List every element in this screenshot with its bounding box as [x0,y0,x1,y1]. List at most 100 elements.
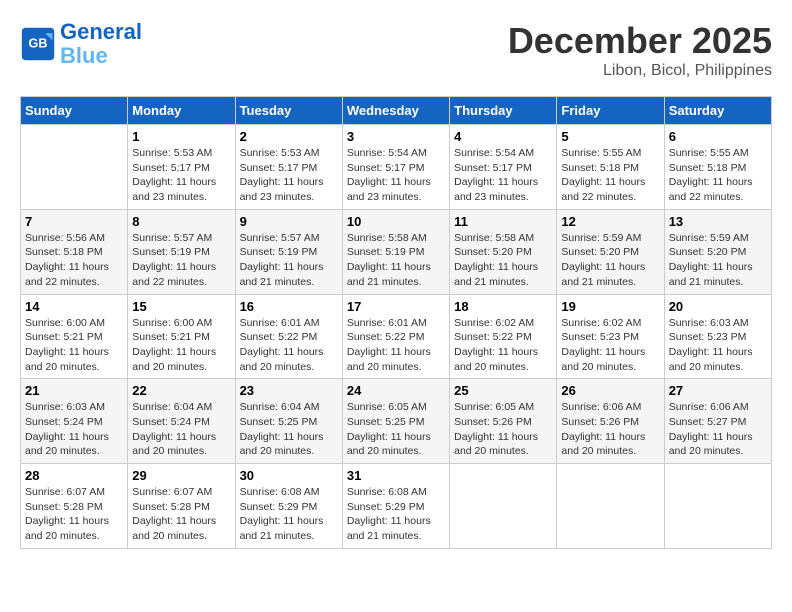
weekday-header: Monday [128,97,235,125]
calendar-cell: 11 Sunrise: 5:58 AMSunset: 5:20 PMDayligh… [450,209,557,294]
day-info: Sunrise: 6:05 AMSunset: 5:26 PMDaylight:… [454,400,552,459]
day-info: Sunrise: 5:55 AMSunset: 5:18 PMDaylight:… [561,146,659,205]
calendar-cell: 8 Sunrise: 5:57 AMSunset: 5:19 PMDaylight… [128,209,235,294]
day-info: Sunrise: 5:59 AMSunset: 5:20 PMDaylight:… [561,231,659,290]
logo-icon: GB [20,26,56,62]
day-number: 19 [561,299,659,314]
calendar-cell: 2 Sunrise: 5:53 AMSunset: 5:17 PMDaylight… [235,125,342,210]
month-title: December 2025 [508,20,772,62]
day-number: 6 [669,129,767,144]
day-number: 24 [347,383,445,398]
day-number: 13 [669,214,767,229]
calendar-cell [557,464,664,549]
day-info: Sunrise: 6:06 AMSunset: 5:26 PMDaylight:… [561,400,659,459]
day-info: Sunrise: 6:08 AMSunset: 5:29 PMDaylight:… [240,485,338,544]
day-number: 16 [240,299,338,314]
calendar-cell: 17Sunrise: 6:01 AMSunset: 5:22 PMDayligh… [342,294,449,379]
day-info: Sunrise: 5:57 AMSunset: 5:19 PMDaylight:… [132,231,230,290]
logo-line2: Blue [60,43,108,68]
calendar-cell: 12 Sunrise: 5:59 AMSunset: 5:20 PMDayligh… [557,209,664,294]
day-number: 11 [454,214,552,229]
calendar-cell: 21 Sunrise: 6:03 AMSunset: 5:24 PMDayligh… [21,379,128,464]
calendar-cell: 19 Sunrise: 6:02 AMSunset: 5:23 PMDayligh… [557,294,664,379]
calendar-cell: 15 Sunrise: 6:00 AMSunset: 5:21 PMDayligh… [128,294,235,379]
page-header: GB General Blue December 2025 Libon, Bic… [20,20,772,80]
day-info: Sunrise: 5:58 AMSunset: 5:20 PMDaylight:… [454,231,552,290]
day-info: Sunrise: 6:01 AMSunset: 5:22 PMDaylight:… [240,316,338,375]
day-number: 21 [25,383,123,398]
calendar-week-row: 21 Sunrise: 6:03 AMSunset: 5:24 PMDayligh… [21,379,772,464]
calendar-cell: 30 Sunrise: 6:08 AMSunset: 5:29 PMDayligh… [235,464,342,549]
day-info: Sunrise: 6:08 AMSunset: 5:29 PMDaylight:… [347,485,445,544]
day-info: Sunrise: 5:54 AMSunset: 5:17 PMDaylight:… [347,146,445,205]
weekday-header: Thursday [450,97,557,125]
day-number: 23 [240,383,338,398]
day-info: Sunrise: 6:01 AMSunset: 5:22 PMDaylight:… [347,316,445,375]
weekday-header: Friday [557,97,664,125]
day-info: Sunrise: 5:55 AMSunset: 5:18 PMDaylight:… [669,146,767,205]
weekday-header: Saturday [664,97,771,125]
day-info: Sunrise: 5:53 AMSunset: 5:17 PMDaylight:… [240,146,338,205]
day-number: 15 [132,299,230,314]
calendar-cell: 10Sunrise: 5:58 AMSunset: 5:19 PMDayligh… [342,209,449,294]
day-number: 25 [454,383,552,398]
day-info: Sunrise: 6:00 AMSunset: 5:21 PMDaylight:… [25,316,123,375]
calendar-cell: 25 Sunrise: 6:05 AMSunset: 5:26 PMDayligh… [450,379,557,464]
location-title: Libon, Bicol, Philippines [508,62,772,80]
day-number: 10 [347,214,445,229]
day-number: 8 [132,214,230,229]
calendar-table: SundayMondayTuesdayWednesdayThursdayFrid… [20,96,772,549]
day-info: Sunrise: 6:02 AMSunset: 5:23 PMDaylight:… [561,316,659,375]
day-info: Sunrise: 5:59 AMSunset: 5:20 PMDaylight:… [669,231,767,290]
calendar-cell: 16 Sunrise: 6:01 AMSunset: 5:22 PMDayligh… [235,294,342,379]
calendar-cell: 22 Sunrise: 6:04 AMSunset: 5:24 PMDayligh… [128,379,235,464]
weekday-header: Wednesday [342,97,449,125]
day-info: Sunrise: 6:04 AMSunset: 5:24 PMDaylight:… [132,400,230,459]
calendar-cell: 4 Sunrise: 5:54 AMSunset: 5:17 PMDaylight… [450,125,557,210]
calendar-cell: 27Sunrise: 6:06 AMSunset: 5:27 PMDayligh… [664,379,771,464]
calendar-cell: 13 Sunrise: 5:59 AMSunset: 5:20 PMDayligh… [664,209,771,294]
calendar-cell: 1Sunrise: 5:53 AMSunset: 5:17 PMDaylight… [128,125,235,210]
calendar-cell: 18Sunrise: 6:02 AMSunset: 5:22 PMDayligh… [450,294,557,379]
day-info: Sunrise: 6:00 AMSunset: 5:21 PMDaylight:… [132,316,230,375]
day-info: Sunrise: 6:07 AMSunset: 5:28 PMDaylight:… [25,485,123,544]
calendar-cell: 14 Sunrise: 6:00 AMSunset: 5:21 PMDayligh… [21,294,128,379]
calendar-cell [21,125,128,210]
day-number: 30 [240,468,338,483]
calendar-cell: 24 Sunrise: 6:05 AMSunset: 5:25 PMDayligh… [342,379,449,464]
day-number: 20 [669,299,767,314]
logo-line1: General [60,19,142,44]
day-info: Sunrise: 5:53 AMSunset: 5:17 PMDaylight:… [132,146,230,205]
day-number: 4 [454,129,552,144]
day-number: 27 [669,383,767,398]
day-info: Sunrise: 5:54 AMSunset: 5:17 PMDaylight:… [454,146,552,205]
weekday-header-row: SundayMondayTuesdayWednesdayThursdayFrid… [21,97,772,125]
calendar-week-row: 7Sunrise: 5:56 AMSunset: 5:18 PMDaylight… [21,209,772,294]
logo: GB General Blue [20,20,142,68]
day-number: 9 [240,214,338,229]
calendar-week-row: 1Sunrise: 5:53 AMSunset: 5:17 PMDaylight… [21,125,772,210]
calendar-cell: 7Sunrise: 5:56 AMSunset: 5:18 PMDaylight… [21,209,128,294]
day-info: Sunrise: 6:03 AMSunset: 5:24 PMDaylight:… [25,400,123,459]
day-info: Sunrise: 6:05 AMSunset: 5:25 PMDaylight:… [347,400,445,459]
day-number: 5 [561,129,659,144]
calendar-cell: 31Sunrise: 6:08 AMSunset: 5:29 PMDayligh… [342,464,449,549]
day-number: 18 [454,299,552,314]
day-number: 12 [561,214,659,229]
title-block: December 2025 Libon, Bicol, Philippines [508,20,772,80]
calendar-week-row: 28Sunrise: 6:07 AMSunset: 5:28 PMDayligh… [21,464,772,549]
day-number: 14 [25,299,123,314]
day-number: 22 [132,383,230,398]
calendar-cell: 26 Sunrise: 6:06 AMSunset: 5:26 PMDayligh… [557,379,664,464]
svg-text:GB: GB [29,37,48,51]
calendar-cell: 20 Sunrise: 6:03 AMSunset: 5:23 PMDayligh… [664,294,771,379]
calendar-cell: 23 Sunrise: 6:04 AMSunset: 5:25 PMDayligh… [235,379,342,464]
day-info: Sunrise: 6:03 AMSunset: 5:23 PMDaylight:… [669,316,767,375]
calendar-cell [450,464,557,549]
day-number: 2 [240,129,338,144]
day-info: Sunrise: 5:57 AMSunset: 5:19 PMDaylight:… [240,231,338,290]
day-info: Sunrise: 5:56 AMSunset: 5:18 PMDaylight:… [25,231,123,290]
calendar-cell: 6 Sunrise: 5:55 AMSunset: 5:18 PMDaylight… [664,125,771,210]
day-info: Sunrise: 6:04 AMSunset: 5:25 PMDaylight:… [240,400,338,459]
day-number: 26 [561,383,659,398]
